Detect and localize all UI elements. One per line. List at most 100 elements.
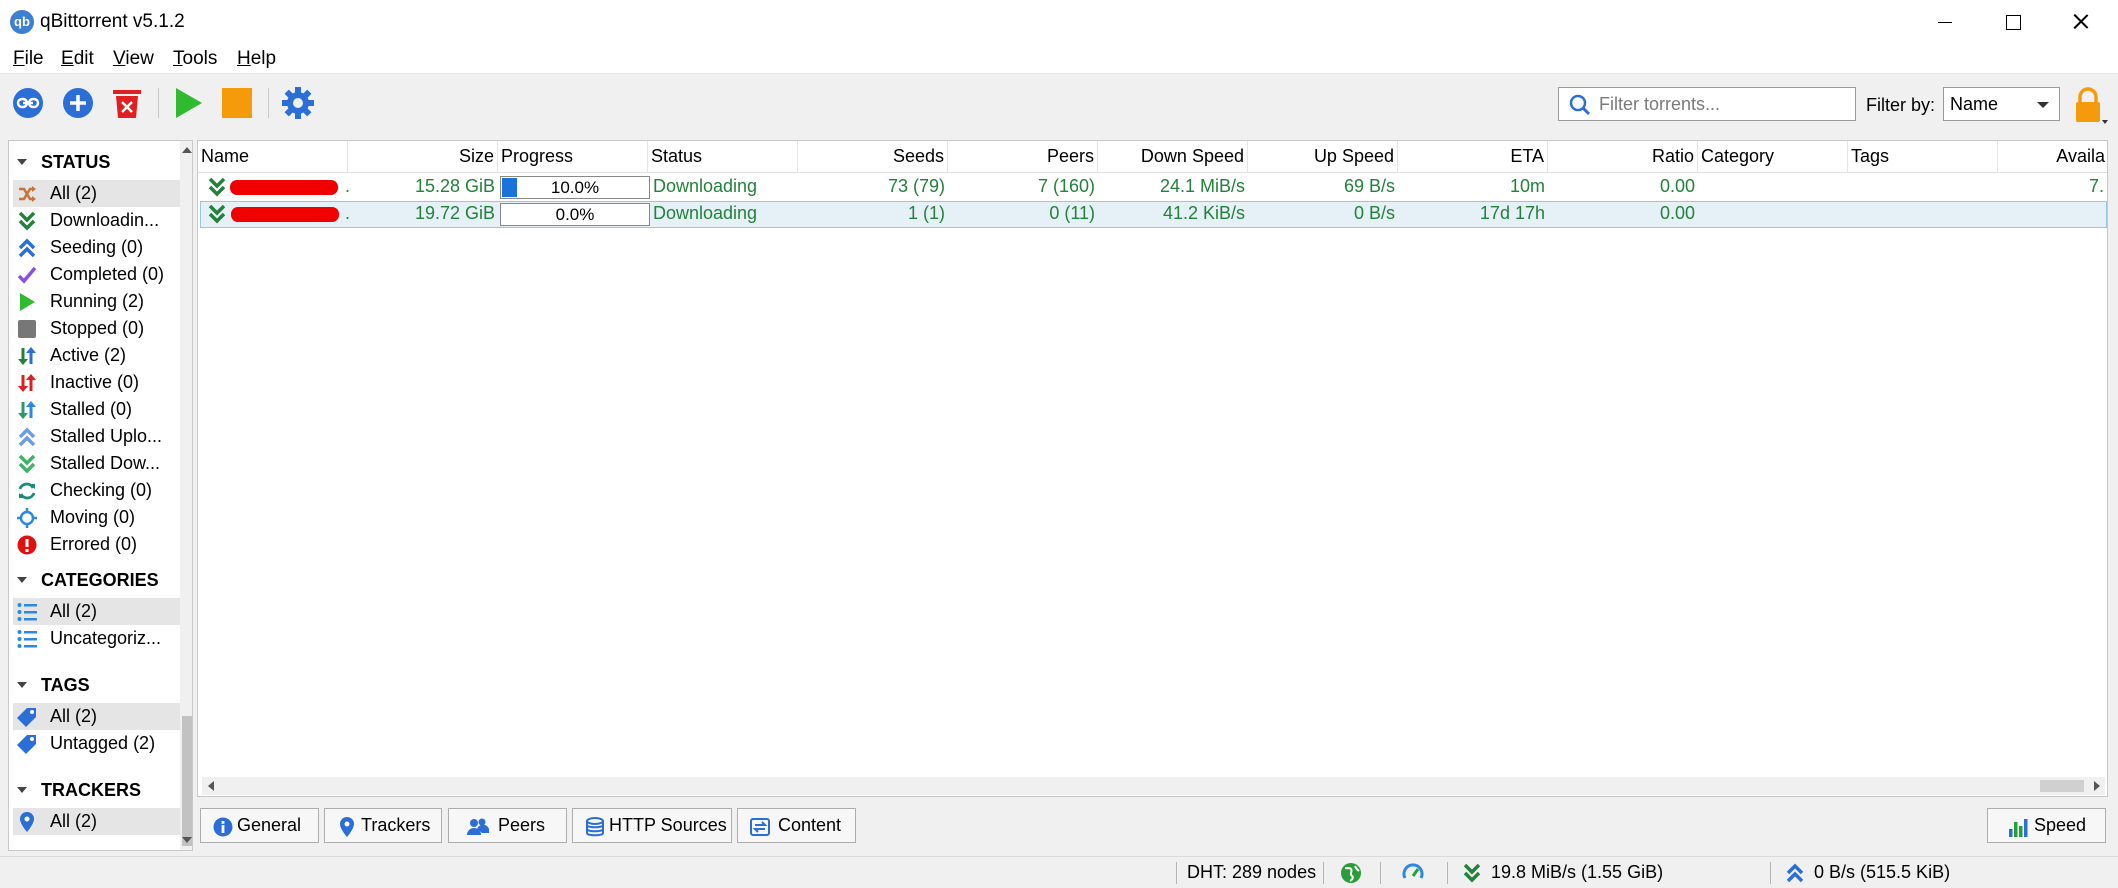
column-header-name[interactable]: Name (198, 141, 348, 173)
status-section-header[interactable]: STATUS (9, 150, 179, 174)
column-header-size[interactable]: Size (348, 141, 498, 173)
download-icon (18, 211, 36, 231)
scroll-up-icon[interactable] (182, 147, 192, 153)
sidebar-item-stalled-downloading[interactable]: Stalled Dow... (13, 450, 180, 477)
categories-section-header[interactable]: CATEGORIES (9, 568, 179, 592)
menu-view[interactable]: View (113, 48, 154, 70)
table-row[interactable]: . 19.72 GiB 0.0% Downloading 1 (1) 0 (11… (200, 201, 2107, 228)
column-header-ratio[interactable]: Ratio (1548, 141, 1698, 173)
sidebar-scrollbar[interactable] (180, 141, 192, 850)
add-link-icon[interactable] (11, 86, 45, 120)
menu-help[interactable]: Help (237, 48, 276, 70)
download-icon (208, 177, 226, 197)
pin-icon (20, 812, 34, 832)
speed-button[interactable]: Speed (1987, 808, 2106, 843)
sidebar-item-stalled-uploading[interactable]: Stalled Uplo... (13, 423, 180, 450)
sidebar-item-tracker-all[interactable]: All (2) (13, 808, 180, 835)
column-header-seeds[interactable]: Seeds (798, 141, 948, 173)
menu-tools[interactable]: Tools (173, 48, 217, 70)
database-icon (586, 817, 604, 837)
tab-http-sources[interactable]: HTTP Sources (572, 808, 732, 843)
sidebar-item-category-all[interactable]: All (2) (13, 598, 180, 625)
trackers-section-header[interactable]: TRACKERS (9, 778, 179, 802)
sidebar-item-errored[interactable]: Errored (0) (13, 531, 180, 558)
download-speed-text[interactable]: 19.8 MiB/s (1.55 GiB) (1491, 861, 1663, 883)
sidebar-item-checking[interactable]: Checking (0) (13, 477, 180, 504)
filter-torrents-input[interactable] (1599, 91, 1849, 117)
close-button[interactable] (2046, 0, 2114, 44)
add-torrent-icon[interactable] (61, 86, 95, 120)
table-row[interactable]: . 15.28 GiB 10.0% Downloading 73 (79) 7 … (200, 174, 2107, 201)
cell-status: Downloading (653, 176, 758, 196)
settings-icon[interactable] (281, 86, 315, 120)
maximize-button[interactable] (1978, 0, 2046, 44)
cell-down-speed: 41.2 KiB/s (1162, 203, 1245, 223)
menu-bar: File Edit View Tools Help (0, 44, 2118, 74)
tab-peers[interactable]: Peers (448, 808, 567, 843)
progress-text: 10.0% (550, 178, 600, 197)
check-icon (17, 266, 37, 284)
filter-by-label: Filter by: (1866, 95, 1936, 115)
scrollbar-thumb[interactable] (182, 716, 192, 846)
toolbar-separator (268, 88, 269, 118)
stop-icon[interactable] (220, 86, 254, 120)
sidebar-item-stalled[interactable]: Stalled (0) (13, 396, 180, 423)
sidebar-item-tag-all[interactable]: All (2) (13, 703, 180, 730)
column-header-status[interactable]: Status (648, 141, 798, 173)
menu-edit[interactable]: Edit (61, 48, 94, 70)
sidebar-item-untagged[interactable]: Untagged (2) (13, 730, 180, 757)
tags-section-header[interactable]: TAGS (9, 673, 179, 697)
checking-icon (18, 482, 36, 500)
column-header-progress[interactable]: Progress (498, 141, 648, 173)
table-horizontal-scrollbar[interactable] (202, 777, 2105, 795)
column-header-up-speed[interactable]: Up Speed (1248, 141, 1398, 173)
filter-by-select[interactable]: Name (1943, 87, 2060, 121)
lock-icon[interactable] (2070, 86, 2110, 126)
tab-general[interactable]: General (200, 808, 319, 843)
search-icon (1569, 94, 1591, 116)
sidebar-item-stopped[interactable]: Stopped (0) (13, 315, 180, 342)
toolbar-separator (158, 88, 159, 118)
scrollbar-thumb[interactable] (2040, 780, 2084, 792)
sidebar-item-uncategorized[interactable]: Uncategoriz... (13, 625, 180, 652)
sidebar-item-inactive[interactable]: Inactive (0) (13, 369, 180, 396)
scroll-right-icon[interactable] (2094, 781, 2100, 791)
sidebar-item-moving[interactable]: Moving (0) (13, 504, 180, 531)
bar-chart-icon (2009, 819, 2028, 837)
stalled-upload-icon (18, 427, 36, 447)
collapse-icon (17, 787, 27, 793)
column-header-down-speed[interactable]: Down Speed (1098, 141, 1248, 173)
table-header: Name Size Progress Status Seeds Peers Do… (198, 141, 2107, 173)
column-header-peers[interactable]: Peers (948, 141, 1098, 173)
qbittorrent-window: qb qBittorrent v5.1.2 File Edit View Too… (0, 0, 2118, 888)
upload-speed-text[interactable]: 0 B/s (515.5 KiB) (1814, 861, 1950, 883)
scroll-left-icon[interactable] (208, 781, 214, 791)
sidebar-item-running[interactable]: Running (2) (13, 288, 180, 315)
column-header-eta[interactable]: ETA (1398, 141, 1548, 173)
tab-trackers[interactable]: Trackers (324, 808, 442, 843)
tag-icon (17, 735, 36, 754)
start-icon[interactable] (171, 86, 205, 120)
menu-file[interactable]: File (13, 48, 44, 70)
cell-tags (1848, 201, 1998, 228)
sidebar-item-status-all[interactable]: All (2) (13, 180, 180, 207)
remove-torrent-icon[interactable] (110, 86, 144, 120)
connection-status-icon[interactable] (1340, 862, 1362, 884)
column-header-tags[interactable]: Tags (1848, 141, 1998, 173)
tab-content[interactable]: Content (737, 808, 856, 843)
minimize-button[interactable] (1910, 0, 1978, 44)
scroll-down-icon[interactable] (182, 837, 192, 843)
cell-ratio: 0.00 (1659, 176, 1695, 196)
column-header-availability[interactable]: Availa (1998, 141, 2107, 173)
sidebar-item-completed[interactable]: Completed (0) (13, 261, 180, 288)
speed-limit-icon[interactable] (1402, 862, 1424, 884)
redacted-name-mark (230, 180, 338, 195)
pin-icon (340, 817, 354, 837)
sidebar-item-active[interactable]: Active (2) (13, 342, 180, 369)
column-header-category[interactable]: Category (1698, 141, 1848, 173)
title-bar: qb qBittorrent v5.1.2 (0, 0, 2118, 44)
sidebar-item-seeding[interactable]: Seeding (0) (13, 234, 180, 261)
status-separator (1380, 862, 1381, 884)
sidebar-item-downloading[interactable]: Downloadin... (13, 207, 180, 234)
filter-torrents-field[interactable] (1558, 87, 1856, 121)
